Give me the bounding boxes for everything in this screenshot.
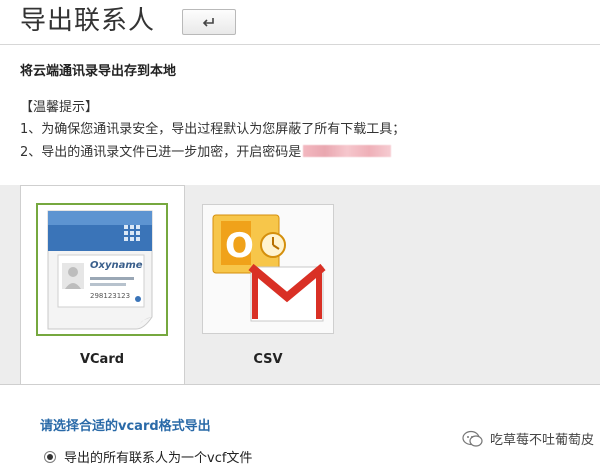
vcard-option[interactable]: Oxyname 298123123 xyxy=(36,203,168,336)
vcard-label[interactable]: VCard xyxy=(70,352,134,367)
svg-text:O: O xyxy=(225,226,254,266)
outlook-gmail-icon: O xyxy=(212,214,326,322)
radio-button[interactable] xyxy=(44,450,56,463)
csv-option[interactable]: O xyxy=(202,204,334,334)
choose-format-label: 请选择合适的vcard格式导出 xyxy=(40,419,211,434)
csv-label[interactable]: CSV xyxy=(236,352,300,367)
tip-line-2: 2、导出的通讯录文件已进一步加密，开启密码是 xyxy=(20,141,392,160)
wechat-icon xyxy=(462,430,483,447)
header-bar: 导出联系人 xyxy=(0,0,600,45)
radio-label: 导出的所有联系人为一个vcf文件 xyxy=(64,451,253,466)
tips-title: 【温馨提示】 xyxy=(20,100,99,115)
redacted-password xyxy=(303,145,392,157)
watermark: 吃草莓不吐葡萄皮 xyxy=(462,429,594,448)
radio-option-single-vcf[interactable]: 导出的所有联系人为一个vcf文件 xyxy=(44,447,252,466)
watermark-text: 吃草莓不吐葡萄皮 xyxy=(490,433,595,448)
back-button[interactable] xyxy=(182,9,236,35)
return-arrow-icon xyxy=(202,18,214,27)
page-title: 导出联系人 xyxy=(20,6,156,36)
tip-line-1: 1、为确保您通讯录安全，导出过程默认为您屏蔽了所有下载工具； xyxy=(20,122,406,137)
vcard-number-text: 298123123 xyxy=(90,292,131,300)
export-subtitle: 将云端通讯录导出存到本地 xyxy=(20,64,177,79)
vcard-brand-text: Oxyname xyxy=(90,260,143,271)
tip-line-2-text: 2、导出的通讯录文件已进一步加密，开启密码是 xyxy=(20,145,302,160)
